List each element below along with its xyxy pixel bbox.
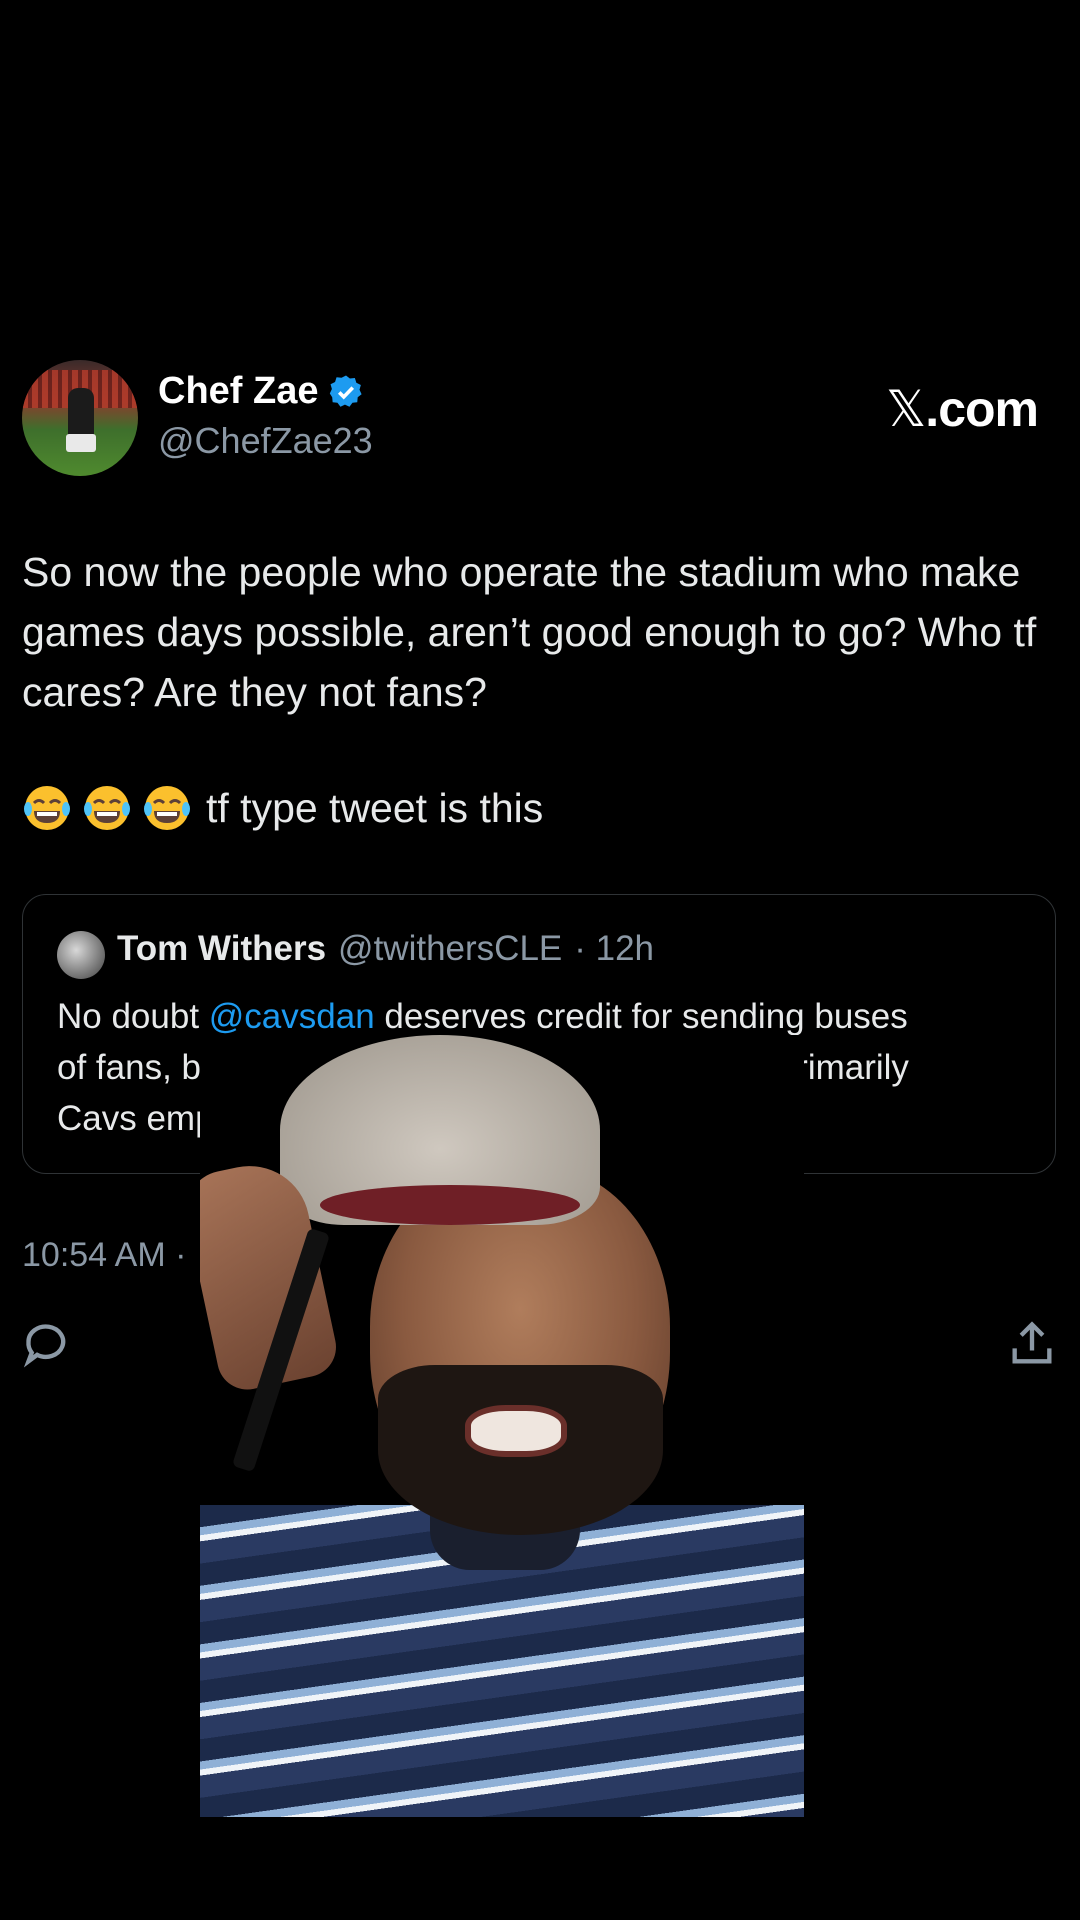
verified-badge-icon (330, 375, 363, 407)
tweet-text: So now the people who operate the stadiu… (22, 549, 1048, 715)
author-handle[interactable]: @ChefZae23 (158, 420, 373, 462)
laughing-tears-emoji-icon (144, 786, 190, 830)
video-overlay-person (200, 1035, 804, 1817)
author-name-row[interactable]: Chef Zae (158, 370, 364, 413)
emoji-caption: tf type tweet is this (206, 785, 544, 831)
author-name[interactable]: Chef Zae (158, 370, 318, 413)
quoted-tweet-header: Tom Withers @twithersCLE · 12h (117, 929, 654, 969)
site-watermark: 𝕏.com (886, 380, 1039, 438)
tweet-emoji-line: tf type tweet is this (22, 778, 543, 838)
site-label: .com (925, 381, 1039, 437)
quoted-author-avatar[interactable] (57, 931, 105, 979)
quoted-text-part: deserves credit for sending buses (374, 997, 908, 1036)
quoted-tweet-age: · 12h (574, 929, 655, 968)
x-logo-icon: 𝕏 (886, 380, 926, 438)
timestamp-text: 10:54 AM · (22, 1236, 187, 1274)
laughing-tears-emoji-icon (24, 786, 70, 830)
quoted-text-part: No doubt (57, 997, 209, 1036)
share-icon[interactable] (1006, 1318, 1058, 1370)
quoted-author-name[interactable]: Tom Withers (117, 929, 326, 969)
reply-icon[interactable] (22, 1318, 74, 1370)
quoted-author-handle[interactable]: @twithersCLE (338, 929, 562, 969)
mention-link[interactable]: @cavsdan (209, 997, 375, 1036)
author-avatar[interactable] (22, 360, 138, 476)
laughing-tears-emoji-icon (84, 786, 130, 830)
